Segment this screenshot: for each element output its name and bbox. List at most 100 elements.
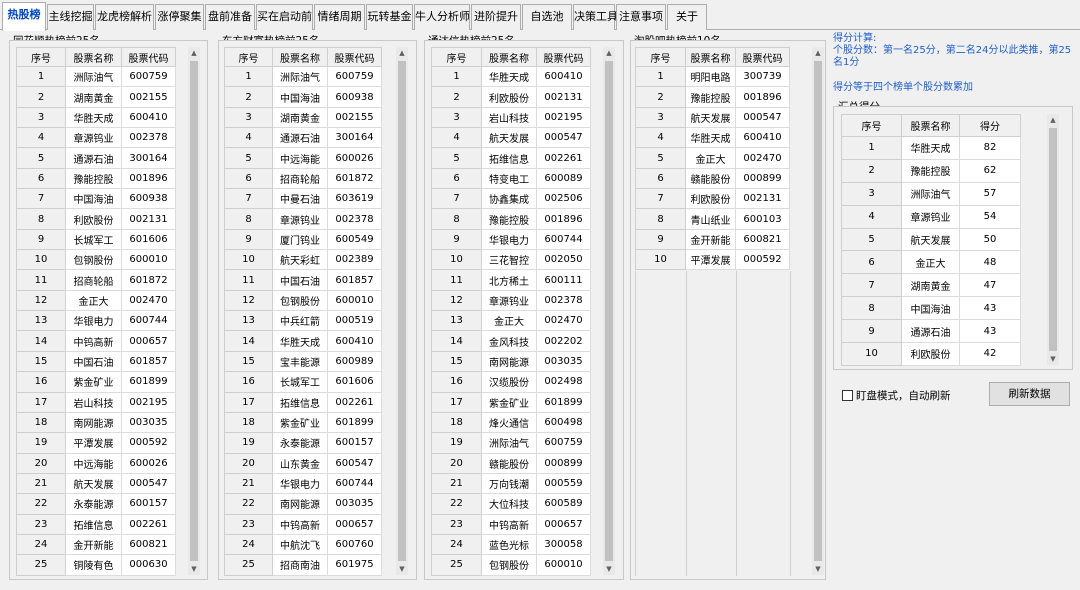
table-row[interactable]: 9 华银电力 600744 xyxy=(431,228,591,251)
table-row[interactable]: 17 岩山科技 002195 xyxy=(16,391,176,413)
tab-13[interactable]: 关于 xyxy=(667,4,707,30)
table-row[interactable]: 13 华银电力 600744 xyxy=(16,310,176,332)
table-row[interactable]: 5 通源石油 300164 xyxy=(16,147,176,169)
vertical-scrollbar[interactable]: ▲ ▼ xyxy=(603,47,615,575)
table-row[interactable]: 9 通源石油 43 xyxy=(841,319,1021,344)
table-row[interactable]: 15 宝丰能源 600989 xyxy=(224,350,382,373)
scroll-up-icon[interactable]: ▲ xyxy=(396,47,408,59)
column-header-name[interactable]: 股票名称 xyxy=(685,47,736,67)
table-row[interactable]: 2 豫能控股 001896 xyxy=(635,86,790,108)
table-row[interactable]: 3 航天发展 000547 xyxy=(635,106,790,129)
column-header-seq[interactable]: 序号 xyxy=(841,114,902,137)
table-row[interactable]: 14 金风科技 002202 xyxy=(431,330,591,352)
table-row[interactable]: 2 豫能控股 62 xyxy=(841,158,1021,183)
tab-11[interactable]: 决策工具 xyxy=(573,4,618,30)
table-row[interactable]: 20 中远海能 600026 xyxy=(16,452,176,474)
column-header-seq[interactable]: 序号 xyxy=(16,47,66,67)
summary-scrollbar[interactable]: ▲ ▼ xyxy=(1047,114,1059,365)
scroll-up-icon[interactable]: ▲ xyxy=(1047,114,1059,126)
table-row[interactable]: 4 华胜天成 600410 xyxy=(635,127,790,149)
table-row[interactable]: 14 中钨高新 000657 xyxy=(16,330,176,352)
table-row[interactable]: 6 金正大 48 xyxy=(841,250,1021,275)
table-row[interactable]: 4 章源钨业 54 xyxy=(841,204,1021,229)
scroll-down-icon[interactable]: ▼ xyxy=(812,563,824,575)
column-header-seq[interactable]: 序号 xyxy=(635,47,686,67)
tab-6[interactable]: 情绪周期 xyxy=(314,4,365,30)
table-row[interactable]: 4 章源钨业 002378 xyxy=(16,127,176,149)
table-row[interactable]: 11 北方稀土 600111 xyxy=(431,269,591,291)
tab-3[interactable]: 涨停聚集 xyxy=(155,4,204,30)
table-row[interactable]: 12 章源钨业 002378 xyxy=(431,289,591,312)
table-row[interactable]: 20 赣能股份 000899 xyxy=(431,452,591,474)
column-header-code[interactable]: 股票代码 xyxy=(735,47,790,67)
table-row[interactable]: 2 中国海油 600938 xyxy=(224,86,382,108)
column-header-name[interactable]: 股票名称 xyxy=(901,114,960,137)
table-row[interactable]: 5 金正大 002470 xyxy=(635,147,790,169)
table-row[interactable]: 10 利欧股份 42 xyxy=(841,342,1021,366)
table-row[interactable]: 7 中国海油 600938 xyxy=(16,188,176,210)
table-row[interactable]: 23 中钨高新 000657 xyxy=(224,513,382,535)
table-row[interactable]: 2 利欧股份 002131 xyxy=(431,86,591,108)
table-row[interactable]: 11 招商轮船 601872 xyxy=(16,269,176,291)
table-row[interactable]: 6 豫能控股 001896 xyxy=(16,167,176,190)
table-row[interactable]: 10 三花智控 002050 xyxy=(431,249,591,271)
table-row[interactable]: 22 永泰能源 600157 xyxy=(16,493,176,515)
tab-4[interactable]: 盘前准备 xyxy=(205,4,255,30)
table-row[interactable]: 9 金开新能 600821 xyxy=(635,228,790,251)
table-row[interactable]: 1 明阳电路 300739 xyxy=(635,65,790,88)
table-row[interactable]: 22 大位科技 600589 xyxy=(431,493,591,515)
table-row[interactable]: 1 华胜天成 82 xyxy=(841,136,1021,160)
table-row[interactable]: 13 金正大 002470 xyxy=(431,310,591,332)
table-row[interactable]: 23 拓维信息 002261 xyxy=(16,513,176,535)
table-row[interactable]: 25 招商南油 601975 xyxy=(224,554,382,576)
table-row[interactable]: 5 中远海能 600026 xyxy=(224,147,382,169)
table-row[interactable]: 17 紫金矿业 601899 xyxy=(431,391,591,413)
table-row[interactable]: 12 包钢股份 600010 xyxy=(224,289,382,312)
table-row[interactable]: 24 中航沈飞 600760 xyxy=(224,533,382,556)
table-row[interactable]: 6 招商轮船 601872 xyxy=(224,167,382,190)
table-row[interactable]: 8 中国海油 43 xyxy=(841,296,1021,321)
column-header-score[interactable]: 得分 xyxy=(959,114,1021,137)
scroll-down-icon[interactable]: ▼ xyxy=(396,563,408,575)
table-row[interactable]: 7 中曼石油 603619 xyxy=(224,188,382,210)
table-row[interactable]: 8 章源钨业 002378 xyxy=(224,208,382,230)
table-row[interactable]: 8 豫能控股 001896 xyxy=(431,208,591,230)
vertical-scrollbar[interactable]: ▲ ▼ xyxy=(396,47,408,575)
table-row[interactable]: 7 协鑫集成 002506 xyxy=(431,188,591,210)
table-row[interactable]: 7 利欧股份 002131 xyxy=(635,188,790,210)
table-row[interactable]: 20 山东黄金 600547 xyxy=(224,452,382,474)
table-row[interactable]: 19 平潭发展 000592 xyxy=(16,432,176,454)
table-row[interactable]: 21 航天发展 000547 xyxy=(16,472,176,495)
column-header-name[interactable]: 股票名称 xyxy=(65,47,122,67)
table-row[interactable]: 7 湖南黄金 47 xyxy=(841,273,1021,298)
table-row[interactable]: 2 湖南黄金 002155 xyxy=(16,86,176,108)
table-row[interactable]: 19 永泰能源 600157 xyxy=(224,432,382,454)
scroll-thumb[interactable] xyxy=(398,61,406,561)
table-row[interactable]: 14 华胜天成 600410 xyxy=(224,330,382,352)
table-row[interactable]: 1 华胜天成 600410 xyxy=(431,65,591,88)
table-row[interactable]: 21 华银电力 600744 xyxy=(224,472,382,495)
scroll-up-icon[interactable]: ▲ xyxy=(812,47,824,59)
tab-8[interactable]: 牛人分析师 xyxy=(414,4,470,30)
table-row[interactable]: 11 中国石油 601857 xyxy=(224,269,382,291)
table-row[interactable]: 3 洲际油气 57 xyxy=(841,181,1021,206)
column-header-name[interactable]: 股票名称 xyxy=(481,47,537,67)
table-row[interactable]: 3 湖南黄金 002155 xyxy=(224,106,382,129)
refresh-data-button[interactable]: 刷新数据 xyxy=(989,382,1070,406)
table-row[interactable]: 24 金开新能 600821 xyxy=(16,533,176,556)
table-row[interactable]: 17 拓维信息 002261 xyxy=(224,391,382,413)
tab-5[interactable]: 买在启动前 xyxy=(256,4,313,30)
vertical-scrollbar[interactable]: ▲ ▼ xyxy=(812,47,824,575)
table-row[interactable]: 18 南网能源 003035 xyxy=(16,411,176,434)
table-row[interactable]: 10 包钢股份 600010 xyxy=(16,249,176,271)
table-row[interactable]: 4 航天发展 000547 xyxy=(431,127,591,149)
scroll-thumb[interactable] xyxy=(190,61,198,561)
scroll-down-icon[interactable]: ▼ xyxy=(1047,353,1059,365)
tab-9[interactable]: 进阶提升 xyxy=(471,4,521,30)
table-row[interactable]: 18 烽火通信 600498 xyxy=(431,411,591,434)
column-header-code[interactable]: 股票代码 xyxy=(121,47,176,67)
column-header-code[interactable]: 股票代码 xyxy=(327,47,382,67)
table-row[interactable]: 9 长城军工 601606 xyxy=(16,228,176,251)
table-row[interactable]: 23 中钨高新 000657 xyxy=(431,513,591,535)
column-header-name[interactable]: 股票名称 xyxy=(272,47,328,67)
